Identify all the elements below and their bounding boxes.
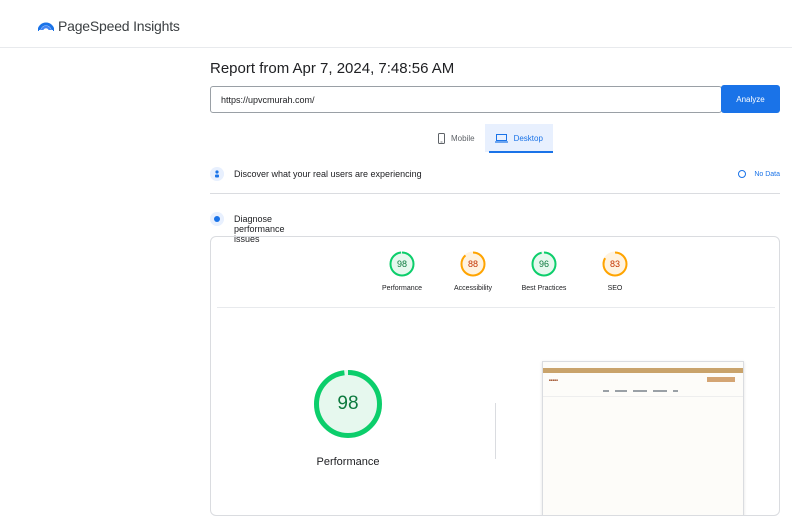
ss-nav-item (603, 390, 609, 392)
lab-results-card: 98 Performance 88 Accessibility 96 Best … (210, 236, 780, 516)
ss-topbar (543, 368, 743, 373)
ss-nav-item (673, 390, 678, 392)
gauge-circle: 96 (531, 251, 557, 277)
gauge-circle: 88 (460, 251, 486, 277)
logo-text: PageSpeed Insights (58, 18, 180, 34)
performance-main-gauge: 98 (313, 369, 383, 439)
no-data-label: No Data (754, 170, 780, 178)
ss-sep (543, 396, 743, 397)
ss-nav-item (633, 390, 647, 392)
no-data-link[interactable]: No Data (738, 170, 780, 178)
gauge-best-practices[interactable]: 96 Best Practices (509, 251, 579, 292)
gauge-label: Performance (381, 285, 423, 292)
diagnose-icon (210, 212, 224, 226)
gauge-score: 96 (538, 259, 549, 269)
phone-icon (438, 132, 445, 144)
ss-nav-item (615, 390, 627, 392)
tab-mobile[interactable]: Mobile (428, 124, 485, 152)
info-icon (738, 170, 747, 178)
field-data-section: Discover what your real users are experi… (210, 167, 780, 194)
report-title: Report from Apr 7, 2024, 7:48:56 AM (210, 60, 455, 77)
top-bar: PageSpeed Insights (0, 0, 792, 48)
category-gauges: 98 Performance 88 Accessibility 96 Best … (367, 251, 651, 292)
divider (217, 307, 775, 308)
pagespeed-logo-icon (38, 22, 54, 33)
gauge-circle: 98 (389, 251, 415, 277)
tab-desktop[interactable]: Desktop (484, 124, 553, 152)
ss-btn (707, 377, 735, 382)
vertical-divider (495, 403, 496, 459)
field-data-title: Discover what your real users are experi… (234, 169, 422, 179)
device-tabs: Mobile Desktop (428, 124, 553, 152)
gauge-performance[interactable]: 98 Performance (367, 251, 437, 292)
gauge-label: Best Practices (521, 285, 567, 292)
gauge-score: 98 (396, 259, 407, 269)
page-screenshot-thumbnail: ■■■■■ (542, 361, 744, 515)
gauge-seo[interactable]: 83 SEO (580, 251, 650, 292)
ss-nav (603, 390, 684, 392)
tab-desktop-label: Desktop (513, 133, 543, 143)
gauge-accessibility[interactable]: 88 Accessibility (438, 251, 508, 292)
url-input[interactable] (210, 86, 722, 113)
laptop-icon (494, 133, 508, 143)
users-icon (210, 167, 224, 181)
ss-nav-item (653, 390, 667, 392)
gauge-label: SEO (607, 285, 623, 292)
analyze-button[interactable]: Analyze (721, 85, 780, 113)
pagespeed-logo[interactable]: PageSpeed Insights (38, 18, 180, 34)
gauge-score: 88 (467, 259, 478, 269)
tab-active-indicator (489, 151, 553, 153)
gauge-score: 83 (609, 259, 620, 269)
gauge-label: Accessibility (453, 285, 493, 292)
performance-main-label: Performance (316, 456, 380, 468)
tab-mobile-label: Mobile (451, 133, 475, 143)
gauge-circle: 83 (602, 251, 628, 277)
performance-main-score: 98 (337, 393, 359, 414)
ss-logo: ■■■■■ (549, 378, 559, 382)
